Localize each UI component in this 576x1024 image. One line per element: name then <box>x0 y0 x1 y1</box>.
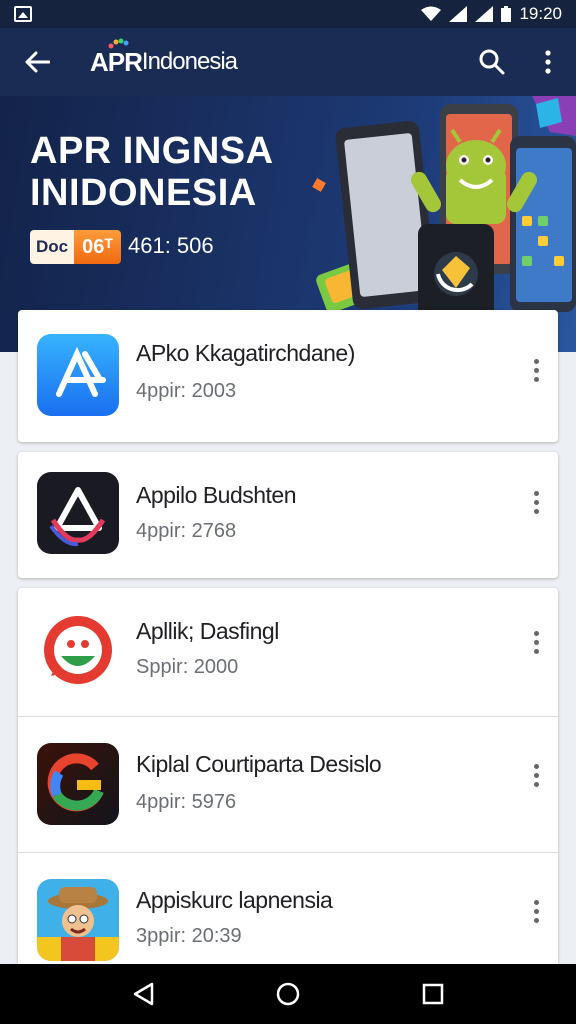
app-logo: APR Indonesia <box>90 38 238 78</box>
more-options-icon[interactable] <box>522 891 550 931</box>
app-name: Kiplal Courtiparta Desislo <box>136 751 382 777</box>
status-time: 19:20 <box>519 4 562 23</box>
image-notification-icon <box>14 6 32 22</box>
app-name: APko Kkagatirchdane) <box>136 340 355 366</box>
banner-title-line2: INIDONESIA <box>30 172 257 214</box>
badge-left: Doc <box>30 230 75 264</box>
more-vert-icon[interactable] <box>520 28 576 96</box>
app-store-a-icon <box>37 334 119 416</box>
banner-title: APR INGNSA INIDONESIA <box>30 130 274 214</box>
banner-code: 461: 506 <box>128 233 214 258</box>
character-icon <box>37 879 119 961</box>
back-triangle-icon[interactable] <box>113 964 173 1024</box>
list-item[interactable]: Apllik; Dasfingl Sppir: 2000 <box>18 588 558 716</box>
google-g-icon <box>37 743 119 825</box>
app-list-card: Apllik; Dasfingl Sppir: 2000 Kiplal Cour… <box>18 588 558 964</box>
logo-dots-icon <box>108 38 129 48</box>
list-item[interactable]: Appilo Budshten 4ppir: 2768 <box>18 452 558 578</box>
app-name: Appiskurc lapnensia <box>136 887 333 913</box>
signal-icon-2 <box>475 6 494 22</box>
search-icon[interactable] <box>464 28 520 96</box>
more-options-icon[interactable] <box>522 350 550 390</box>
more-options-icon[interactable] <box>522 755 550 795</box>
wifi-icon <box>421 6 442 21</box>
app-meta: Sppir: 2000 <box>136 656 239 678</box>
brand-name: Indonesia <box>141 48 238 75</box>
list-item[interactable]: Appiskurc lapnensia 3ppir: 20:39 <box>18 853 558 964</box>
badge-right: 06ᵀ <box>74 230 122 264</box>
more-options-icon[interactable] <box>522 482 550 522</box>
app-meta: 4ppir: 2003 <box>136 380 237 402</box>
banner-badge: Doc 06ᵀ <box>30 230 122 264</box>
chat-face-icon <box>37 610 119 692</box>
banner-title-line1: APR INGNSA <box>30 130 274 172</box>
battery-icon <box>501 6 512 22</box>
app-meta: 4ppir: 5976 <box>136 791 237 813</box>
list-item[interactable]: Kiplal Courtiparta Desislo 4ppir: 5976 <box>18 717 558 852</box>
list-item[interactable]: APko Kkagatirchdane) 4ppir: 2003 <box>18 310 558 442</box>
status-bar: 19:20 <box>0 0 576 28</box>
app-name: Appilo Budshten <box>136 482 297 508</box>
app-meta: 4ppir: 2768 <box>136 520 237 542</box>
back-arrow-icon[interactable] <box>0 28 74 96</box>
app-name: Apllik; Dasfingl <box>136 618 279 644</box>
brand-mark: APR <box>90 46 143 77</box>
more-options-icon[interactable] <box>522 622 550 662</box>
recents-square-icon[interactable] <box>403 964 463 1024</box>
system-nav-bar <box>0 964 576 1024</box>
app-bar: APR Indonesia <box>0 28 576 96</box>
home-circle-icon[interactable] <box>258 964 318 1024</box>
triangle-logo-icon <box>37 472 119 554</box>
signal-icon <box>449 6 468 22</box>
app-meta: 3ppir: 20:39 <box>136 925 242 947</box>
